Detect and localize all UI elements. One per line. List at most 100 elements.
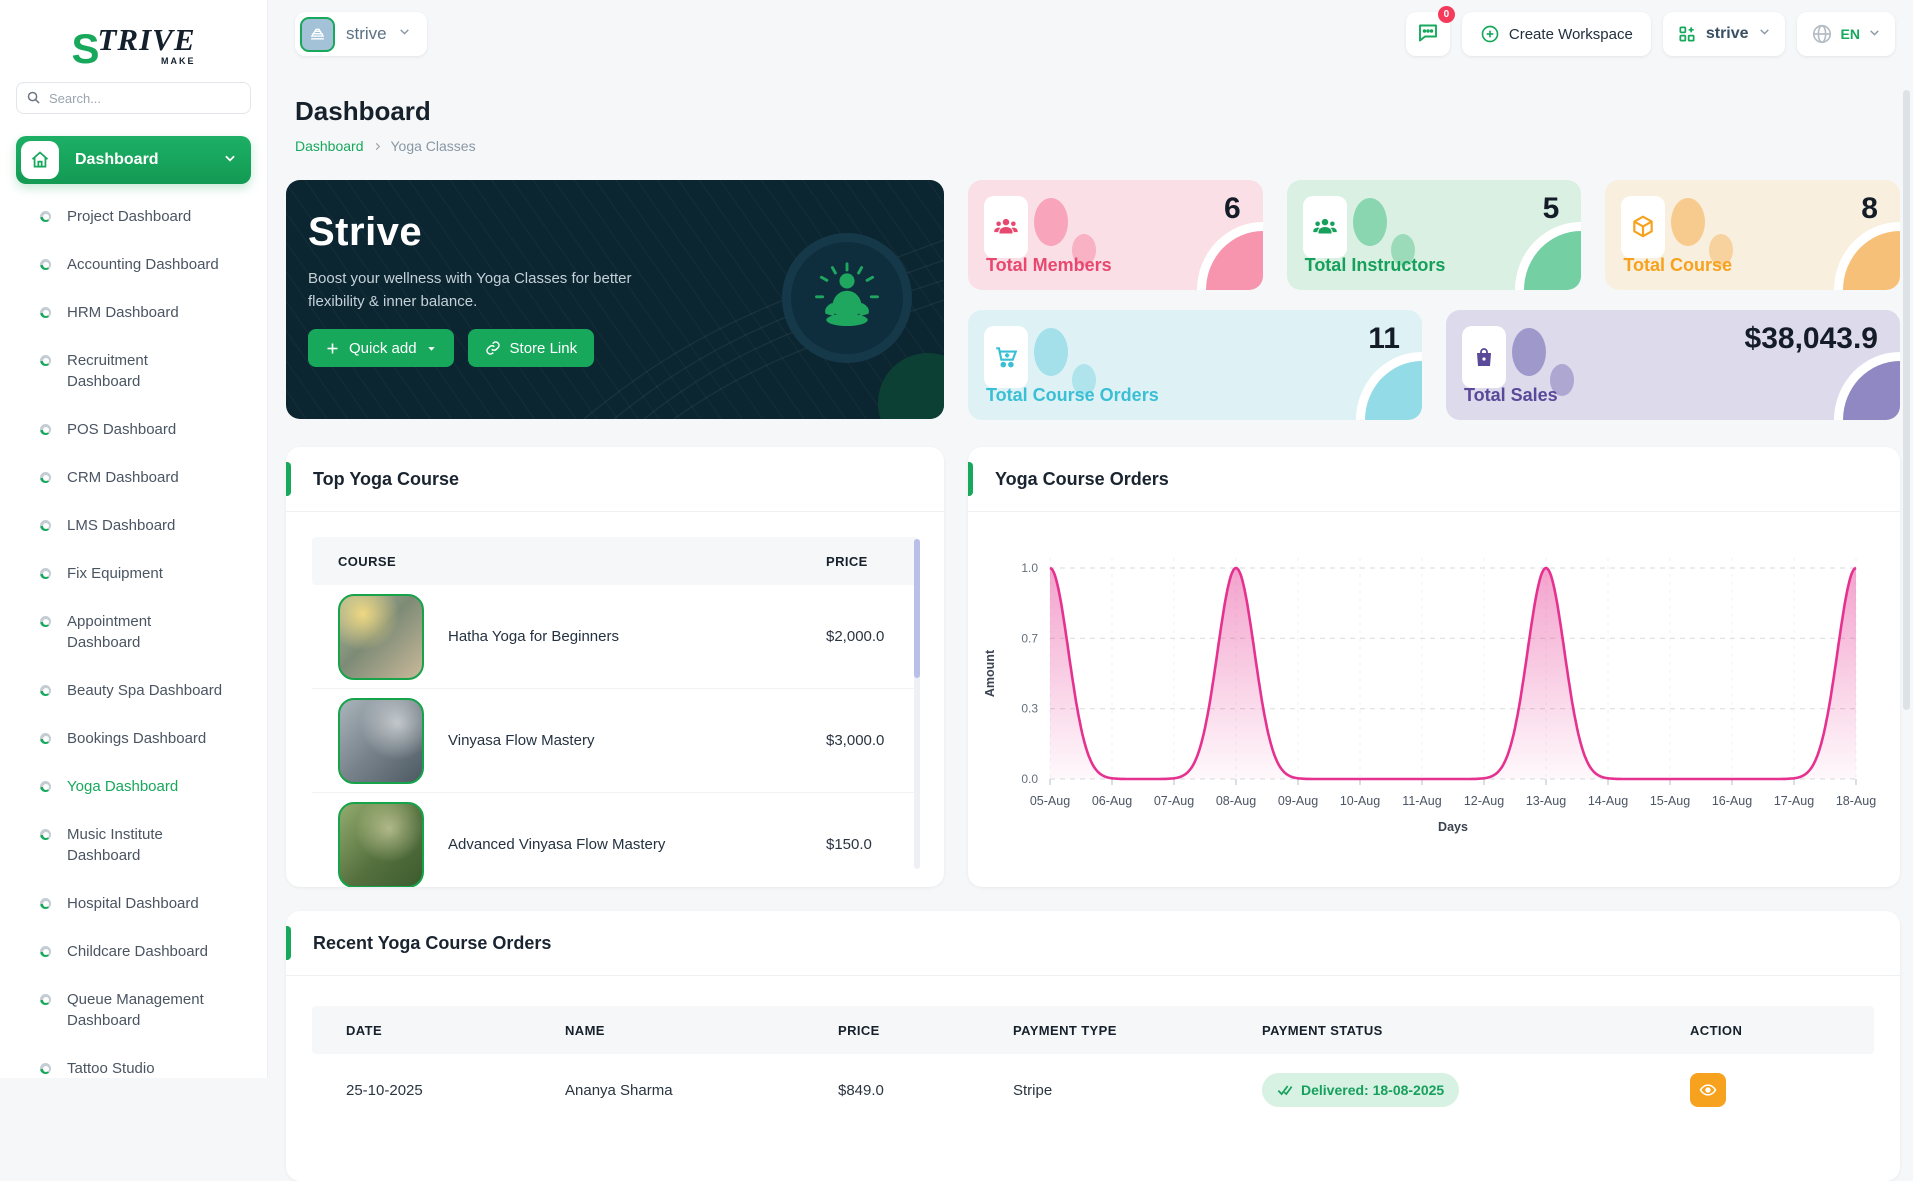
svg-text:15-Aug: 15-Aug [1650, 794, 1690, 808]
sidebar-item[interactable]: HRM Dashboard [16, 302, 251, 323]
sidebar-item[interactable]: Project Dashboard [16, 206, 251, 227]
grid-plus-icon [1677, 24, 1697, 44]
chevron-down-icon [398, 25, 411, 43]
hero-title: Strive [308, 210, 423, 254]
top-courses-table-header: COURSE PRICE [312, 537, 918, 585]
svg-text:Days: Days [1438, 820, 1468, 834]
sidebar-item[interactable]: Fix Equipment [16, 563, 251, 584]
language-label: EN [1840, 26, 1860, 42]
sidebar-item[interactable]: Queue Management Dashboard [16, 989, 251, 1031]
cart-plus-icon [984, 326, 1028, 388]
stat-decoration [1034, 198, 1068, 246]
sidebar-item[interactable]: Yoga Dashboard [16, 776, 251, 797]
hero-subtitle: Boost your wellness with Yoga Classes fo… [308, 270, 632, 310]
order-name: Ananya Sharma [565, 1081, 673, 1099]
svg-text:06-Aug: 06-Aug [1092, 794, 1132, 808]
breadcrumb-current: Yoga Classes [390, 138, 476, 154]
table-row[interactable]: Hatha Yoga for Beginners $2,000.0 [312, 585, 918, 689]
stat-card-total-instructors: 5 Total Instructors [1286, 180, 1582, 290]
team-switcher[interactable]: strive [1662, 12, 1785, 56]
team-label: strive [1705, 25, 1749, 42]
stat-label: Total Members [986, 255, 1112, 275]
bullet-icon [40, 472, 51, 483]
column-header-course: COURSE [338, 553, 397, 569]
stat-corner-decoration [1364, 361, 1422, 420]
table-row[interactable]: Advanced Vinyasa Flow Mastery $150.0 [312, 793, 918, 887]
sidebar-item-label: Music Institute Dashboard [67, 826, 163, 864]
svg-text:0.7: 0.7 [1021, 631, 1038, 645]
bullet-icon [40, 424, 51, 435]
create-workspace-button[interactable]: Create Workspace [1461, 12, 1651, 56]
sidebar: S TRIVE MAKE Dashboard Project Dash [0, 0, 268, 1078]
recent-orders-table-header: DATE NAME PRICE PAYMENT TYPE PAYMENT STA… [312, 1006, 1874, 1054]
stat-card-total-course: 8 Total Course [1605, 180, 1900, 290]
sidebar-item-label: LMS Dashboard [67, 517, 176, 534]
sidebar-item[interactable]: Beauty Spa Dashboard [16, 680, 251, 701]
stat-label: Total Sales [1463, 385, 1558, 405]
stat-decoration [1511, 328, 1546, 376]
stat-decoration [1034, 328, 1068, 376]
page-scrollbar[interactable] [1903, 90, 1910, 710]
sidebar-item-label: Accounting Dashboard [67, 256, 219, 273]
sidebar-item-label: Recruitment Dashboard [67, 352, 148, 390]
sidebar-item[interactable]: Appointment Dashboard [16, 611, 251, 653]
svg-text:05-Aug: 05-Aug [1030, 794, 1070, 808]
stat-corner-decoration [1842, 361, 1900, 420]
chat-button[interactable]: 0 [1405, 6, 1455, 56]
sidebar-item[interactable]: Childcare Dashboard [16, 941, 251, 962]
link-icon [485, 340, 501, 356]
recent-orders-card: Recent Yoga Course Orders DATE NAME PRIC… [286, 911, 1900, 1181]
sidebar-item[interactable]: Music Institute Dashboard [16, 824, 251, 866]
sidebar-item[interactable]: Accounting Dashboard [16, 254, 251, 275]
sidebar-item-label: Queue Management Dashboard [67, 991, 204, 1029]
hero-banner: Strive Boost your wellness with Yoga Cla… [286, 180, 944, 419]
bullet-icon [40, 568, 51, 579]
sidebar-item-label: CRM Dashboard [67, 469, 179, 486]
store-link-button[interactable]: Store Link [467, 329, 595, 367]
sidebar-item[interactable]: CRM Dashboard [16, 467, 251, 488]
sidebar-item[interactable]: Recruitment Dashboard [16, 350, 251, 392]
stat-label: Total Course Orders [986, 385, 1159, 405]
page-title: Dashboard [295, 96, 431, 126]
bullet-icon [40, 685, 51, 696]
column-header-price: PRICE [838, 1022, 880, 1038]
stat-value: $38,043.9 [1744, 322, 1878, 355]
search-input[interactable] [16, 82, 251, 114]
course-name: Advanced Vinyasa Flow Mastery [448, 836, 666, 853]
sidebar-item-label: Beauty Spa Dashboard [67, 682, 223, 699]
quick-add-button[interactable]: Quick add [308, 329, 454, 367]
sidebar-item-label: Fix Equipment [67, 565, 163, 582]
sidebar-item-label: Appointment Dashboard [67, 613, 152, 651]
course-name: Vinyasa Flow Mastery [448, 732, 595, 749]
table-scrollbar[interactable] [914, 539, 920, 869]
workspace-selector[interactable]: strive [295, 12, 427, 56]
bullet-icon [40, 355, 51, 366]
home-icon [21, 141, 59, 179]
sidebar-item[interactable]: Hospital Dashboard [16, 893, 251, 914]
stat-card-total-members: 6 Total Members [968, 180, 1263, 290]
chat-badge: 0 [1437, 6, 1455, 23]
shopping-bag-icon [1461, 326, 1506, 388]
sidebar-item-dashboard[interactable]: Dashboard [16, 136, 251, 184]
sidebar-item[interactable]: Bookings Dashboard [16, 728, 251, 749]
stat-corner-decoration [1205, 231, 1263, 290]
bullet-icon [40, 616, 51, 627]
breadcrumb-root-link[interactable]: Dashboard [295, 138, 364, 154]
sidebar-item[interactable]: LMS Dashboard [16, 515, 251, 536]
sidebar-nav: Dashboard Project Dashboard Accounting D… [16, 136, 251, 1079]
column-header-price: PRICE [826, 553, 868, 569]
view-order-button[interactable] [1690, 1073, 1726, 1107]
column-header-name: NAME [565, 1022, 605, 1038]
svg-text:0.3: 0.3 [1021, 702, 1038, 716]
table-row[interactable]: Vinyasa Flow Mastery $3,000.0 [312, 689, 918, 793]
top-courses-title: Top Yoga Course [313, 468, 460, 489]
column-header-date: DATE [346, 1022, 383, 1038]
sidebar-item[interactable]: Tattoo Studio [16, 1058, 251, 1079]
sidebar-item-label: Yoga Dashboard [67, 778, 179, 795]
scrollbar-thumb[interactable] [914, 539, 920, 678]
stat-label: Total Instructors [1304, 255, 1446, 275]
stat-decoration [1352, 198, 1387, 246]
language-selector[interactable]: EN [1796, 12, 1895, 56]
course-price: $3,000.0 [826, 732, 885, 749]
sidebar-item[interactable]: POS Dashboard [16, 419, 251, 440]
